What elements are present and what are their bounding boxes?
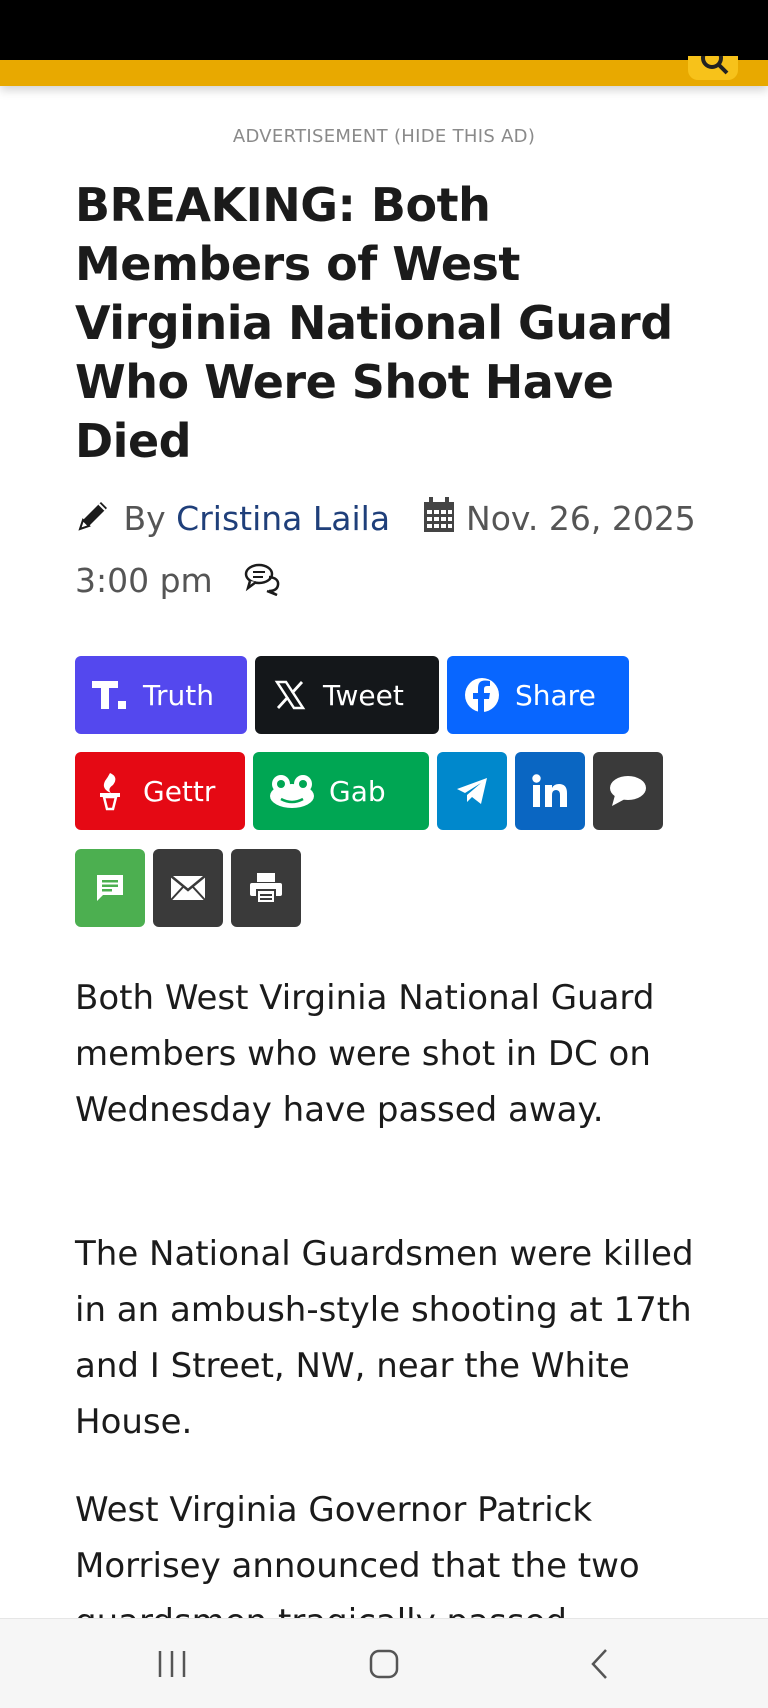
share-gettr-label: Gettr <box>143 774 216 808</box>
gab-frog-icon <box>269 772 315 810</box>
recent-apps-icon[interactable] <box>156 1647 188 1681</box>
advertisement-label[interactable]: ADVERTISEMENT (HIDE THIS AD) <box>0 126 768 147</box>
share-gab-label: Gab <box>329 774 386 808</box>
share-email-button[interactable] <box>153 849 223 927</box>
byline-prefix: By <box>123 499 166 538</box>
sms-icon <box>91 869 129 907</box>
article-meta: By Cristina Laila Nov. 26, 2025 3:00 pm <box>75 488 715 612</box>
x-icon <box>271 676 309 714</box>
author-link[interactable]: Cristina Laila <box>176 499 390 538</box>
linkedin-icon <box>531 772 569 810</box>
share-linkedin-button[interactable] <box>515 752 585 830</box>
printer-icon <box>247 869 285 907</box>
article-paragraph: The National Guardsmen were killed in an… <box>75 1234 694 1442</box>
pencil-icon <box>78 502 107 531</box>
facebook-icon <box>463 676 501 714</box>
android-nav-bar <box>0 1618 768 1708</box>
back-icon[interactable] <box>586 1647 614 1681</box>
share-truth-button[interactable]: Truth <box>75 656 247 734</box>
article-paragraph: West Virginia Governor Patrick Morrisey … <box>75 1490 640 1618</box>
share-row-3 <box>75 849 301 927</box>
envelope-icon <box>169 869 207 907</box>
share-print-button[interactable] <box>231 849 301 927</box>
status-bar <box>0 0 768 62</box>
home-icon[interactable] <box>368 1647 400 1681</box>
truth-social-icon <box>91 676 129 714</box>
telegram-icon <box>453 772 491 810</box>
share-telegram-button[interactable] <box>437 752 507 830</box>
share-tweet-button[interactable]: Tweet <box>255 656 439 734</box>
comments-icon[interactable] <box>244 562 282 597</box>
gettr-icon <box>91 772 129 811</box>
share-facebook-label: Share <box>515 678 596 712</box>
share-facebook-button[interactable]: Share <box>447 656 629 734</box>
article-title: BREAKING: Both Members of West Virginia … <box>75 178 673 468</box>
share-row-1: Truth Tweet Share <box>75 656 629 734</box>
share-row-2: Gettr Gab <box>75 752 663 830</box>
article-paragraph: Both West Virginia National Guard member… <box>75 978 655 1130</box>
share-tweet-label: Tweet <box>323 678 404 712</box>
site-header <box>0 60 768 86</box>
share-truth-label: Truth <box>143 678 214 712</box>
speech-bubble-icon <box>609 772 647 810</box>
search-button[interactable] <box>688 56 738 80</box>
search-icon <box>701 56 729 75</box>
share-gab-button[interactable]: Gab <box>253 752 429 830</box>
share-sms-button[interactable] <box>75 849 145 927</box>
share-gettr-button[interactable]: Gettr <box>75 752 245 830</box>
share-comment-button[interactable] <box>593 752 663 830</box>
calendar-icon <box>423 497 454 532</box>
